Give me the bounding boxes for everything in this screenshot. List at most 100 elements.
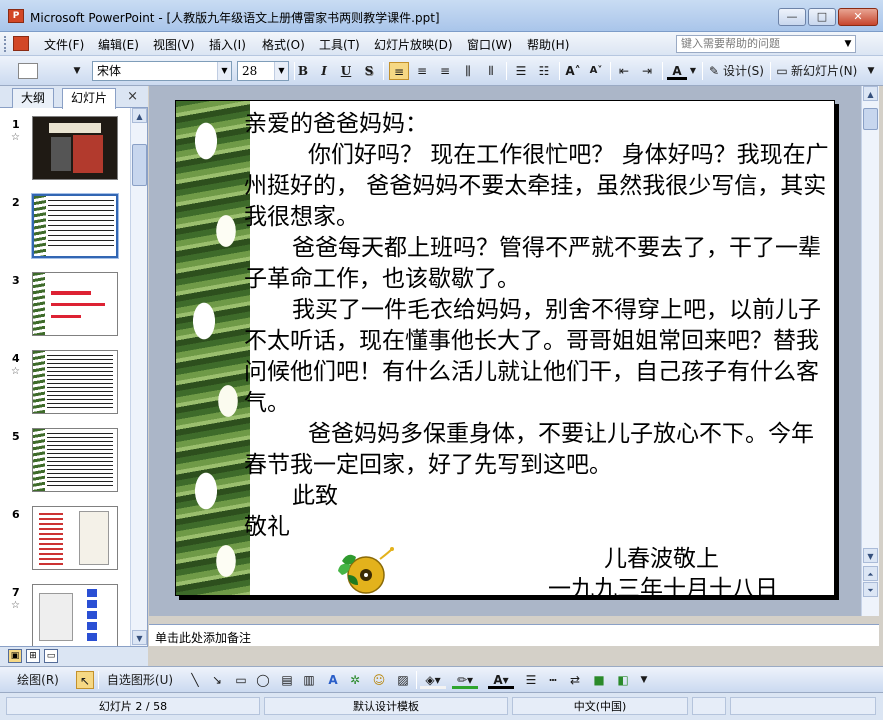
textbox-tool-icon[interactable]: ▤	[278, 671, 296, 689]
menu-file[interactable]: 文件(F)	[44, 36, 84, 53]
autoshapes-button[interactable]: 自选图形(U)	[104, 671, 176, 689]
scroll-up-icon[interactable]: ▲	[132, 108, 147, 123]
toolbar-options-icon[interactable]: ▼	[638, 671, 650, 689]
previous-slide-icon[interactable]: ⏶	[863, 566, 878, 581]
slide-thumbnail-row[interactable]: 1 ☆	[0, 112, 130, 188]
rectangle-tool-icon[interactable]: ▭	[232, 671, 250, 689]
minimize-button[interactable]: —	[778, 8, 806, 26]
draw-menu-button[interactable]: 绘图(R)	[8, 671, 68, 689]
font-size-select[interactable]: 28 ▼	[237, 61, 289, 81]
wordart-icon[interactable]: A	[324, 671, 342, 689]
menu-slideshow[interactable]: 幻灯片放映(D)	[374, 36, 453, 53]
line-color-icon[interactable]: ✏▾	[452, 671, 478, 689]
close-icon[interactable]: ×	[127, 89, 138, 104]
align-left-icon[interactable]: ≡	[389, 62, 409, 80]
numbered-list-icon[interactable]: ☰	[511, 62, 531, 80]
align-right-icon[interactable]: ≡	[435, 62, 455, 80]
slide-sorter-icon[interactable]: ⊞	[26, 649, 40, 663]
oval-tool-icon[interactable]: ◯	[254, 671, 272, 689]
tab-slides[interactable]: 幻灯片	[62, 88, 117, 109]
font-name-select[interactable]: 宋体 ▼	[92, 61, 232, 81]
close-button[interactable]: ✕	[838, 8, 878, 26]
shadow-button[interactable]: S	[360, 62, 378, 80]
bold-button[interactable]: B	[294, 62, 312, 80]
slide-canvas[interactable]: 亲爱的爸爸妈妈： 你们好吗？ 现在工作很忙吧？ 身体好吗？我现在广州挺好的， 爸…	[175, 100, 835, 596]
new-document-icon[interactable]	[18, 63, 38, 79]
maximize-button[interactable]: □	[808, 8, 836, 26]
scroll-up-icon[interactable]: ▲	[863, 86, 878, 101]
vertical-textbox-icon[interactable]: ▥	[300, 671, 318, 689]
chevron-down-icon[interactable]: ▼	[274, 62, 288, 80]
document-icon[interactable]	[13, 36, 29, 51]
slide-thumbnail-row[interactable]: 7 ☆	[0, 580, 130, 656]
menu-edit[interactable]: 编辑(E)	[98, 36, 139, 53]
toolbar-grip-icon[interactable]	[4, 36, 8, 52]
scroll-thumb[interactable]	[863, 108, 878, 130]
arrow-style-icon[interactable]: ⇄	[566, 671, 584, 689]
fill-color-icon[interactable]: ◈▾	[420, 671, 446, 689]
slide-scrollbar[interactable]: ▲ ▼ ⏶ ⏷	[861, 86, 879, 616]
menu-window[interactable]: 窗口(W)	[467, 36, 512, 53]
slide-thumbnail-row[interactable]: 2	[0, 190, 130, 266]
chevron-down-icon[interactable]: ▼	[688, 62, 698, 80]
diagram-icon[interactable]: ✲	[346, 671, 364, 689]
line-style-icon[interactable]: ☰	[522, 671, 540, 689]
thumbnail-scrollbar[interactable]: ▲ ▼	[130, 108, 147, 646]
menu-format[interactable]: 格式(O)	[262, 36, 305, 53]
chevron-down-icon[interactable]: ▼	[217, 62, 231, 80]
slide-thumbnail[interactable]	[32, 584, 118, 648]
menu-tools[interactable]: 工具(T)	[319, 36, 360, 53]
next-slide-icon[interactable]: ⏷	[863, 582, 878, 597]
powerpoint-app-icon[interactable]: P	[8, 9, 24, 23]
menu-help[interactable]: 帮助(H)	[527, 36, 569, 53]
new-slide-button[interactable]: 新幻灯片(N)	[791, 62, 859, 80]
scroll-thumb[interactable]	[132, 144, 147, 186]
menu-insert[interactable]: 插入(I)	[209, 36, 246, 53]
arrow-tool-icon[interactable]: ↘	[208, 671, 226, 689]
align-center-icon[interactable]: ≡	[412, 62, 432, 80]
line-tool-icon[interactable]: ╲	[186, 671, 204, 689]
letter-text-box[interactable]: 亲爱的爸爸妈妈： 你们好吗？ 现在工作很忙吧？ 身体好吗？我现在广州挺好的， 爸…	[244, 109, 834, 543]
clipart-icon[interactable]: ☺	[370, 671, 388, 689]
picture-icon[interactable]: ▨	[394, 671, 412, 689]
slideshow-icon[interactable]: ▭	[44, 649, 58, 663]
design-button[interactable]: 设计(S)	[723, 62, 767, 80]
slide-thumbnail[interactable]	[32, 272, 118, 336]
text-color-icon[interactable]: A▾	[488, 671, 514, 689]
toolbar-options-icon[interactable]: ▼	[864, 62, 878, 80]
music-cd-icon[interactable]	[328, 545, 394, 596]
bulleted-list-icon[interactable]: ☷	[534, 62, 554, 80]
column-layout-icon[interactable]: ⦀	[481, 62, 501, 80]
decrease-indent-icon[interactable]: ⇤	[614, 62, 634, 80]
dash-style-icon[interactable]: ┅	[544, 671, 562, 689]
toolbar-separator	[702, 62, 703, 80]
chevron-down-icon[interactable]: ▼	[841, 36, 855, 52]
scroll-down-icon[interactable]: ▼	[132, 630, 147, 645]
normal-view-icon[interactable]: ▣	[8, 649, 22, 663]
slide-thumbnail-row[interactable]: 3	[0, 268, 130, 344]
scroll-down-icon[interactable]: ▼	[863, 548, 878, 563]
underline-button[interactable]: U	[337, 62, 355, 80]
slide-thumbnail[interactable]	[32, 428, 118, 492]
slide-thumbnail-row[interactable]: 6	[0, 502, 130, 578]
notes-pane[interactable]: 单击此处添加备注	[149, 624, 879, 646]
increase-font-icon[interactable]: A˄	[563, 62, 583, 80]
select-cursor-icon[interactable]: ↖	[76, 671, 94, 689]
slide-thumbnail[interactable]	[32, 350, 118, 414]
distribute-icon[interactable]: ⫼	[458, 62, 478, 80]
font-color-button[interactable]: A	[667, 62, 687, 80]
menu-view[interactable]: 视图(V)	[153, 36, 195, 53]
tab-outline[interactable]: 大纲	[12, 88, 55, 108]
3d-style-icon[interactable]: ◧	[614, 671, 632, 689]
help-search-input[interactable]: 键入需要帮助的问题 ▼	[676, 35, 856, 53]
slide-thumbnail[interactable]	[32, 506, 118, 570]
increase-indent-icon[interactable]: ⇥	[637, 62, 657, 80]
shadow-style-icon[interactable]: ■	[590, 671, 608, 689]
slide-thumbnail[interactable]	[32, 194, 118, 258]
decrease-font-icon[interactable]: A˅	[586, 62, 606, 80]
slide-thumbnail-row[interactable]: 4 ☆	[0, 346, 130, 422]
slide-thumbnail-row[interactable]: 5	[0, 424, 130, 500]
italic-button[interactable]: I	[315, 62, 333, 80]
toolbar-options-icon[interactable]: ▼	[72, 62, 82, 80]
slide-thumbnail[interactable]	[32, 116, 118, 180]
